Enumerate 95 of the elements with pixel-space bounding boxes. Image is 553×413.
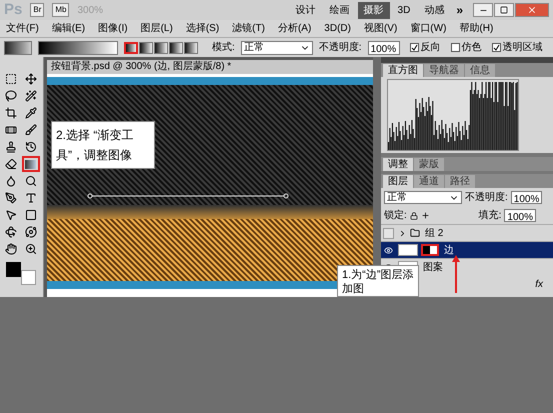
lock-icon[interactable] — [410, 212, 418, 220]
document-tab[interactable]: 按钮背景.psd @ 300% (边, 图层蒙版/8) * — [47, 60, 373, 74]
checkbox-label: 透明区域 — [502, 40, 543, 55]
workspace-tab[interactable]: 3D — [392, 2, 416, 18]
checkbox[interactable] — [450, 43, 460, 52]
stamp-icon — [5, 141, 17, 153]
square-icon — [24, 209, 36, 221]
panel-tab[interactable]: 导航器 — [424, 64, 464, 77]
pointer-arrow — [452, 255, 460, 293]
layer-name: 组 2 — [425, 226, 444, 240]
wand-icon — [24, 90, 36, 102]
layer-row[interactable]: 边 — [381, 241, 553, 258]
panel-tab[interactable]: 信息 — [465, 64, 495, 77]
magnifier-icon — [24, 175, 36, 187]
pointer-icon — [5, 209, 17, 221]
mini-bridge-button[interactable]: Mb — [52, 3, 70, 17]
visibility-toggle[interactable] — [382, 228, 394, 238]
fill-field[interactable]: 100% — [504, 209, 536, 222]
opacity-field[interactable]: 100% — [368, 40, 400, 54]
checkbox-label: 仿色 — [462, 41, 482, 55]
menu-item[interactable]: 视图(V) — [364, 21, 398, 36]
panel-tab[interactable]: 图层 — [383, 175, 413, 188]
gradient-type-button[interactable] — [169, 42, 183, 54]
menu-item[interactable]: 窗口(W) — [410, 21, 446, 36]
pen-icon — [5, 192, 17, 204]
layer-name: 边 — [444, 244, 454, 258]
menu-item[interactable]: 分析(A) — [278, 21, 312, 36]
marquee-icon — [5, 73, 17, 85]
menu-item[interactable]: 选择(S) — [186, 21, 220, 36]
panel-tab[interactable]: 直方图 — [383, 64, 423, 77]
gradient-type-button[interactable] — [124, 42, 138, 54]
layer-thumbnail — [398, 244, 418, 256]
menu-item[interactable]: 编辑(E) — [52, 21, 86, 36]
bridge-button[interactable]: Br — [30, 3, 44, 17]
layer-name: 图案 — [423, 260, 443, 274]
minimize-button[interactable] — [473, 3, 493, 17]
expand-icon[interactable] — [398, 228, 407, 238]
type-icon — [24, 192, 36, 204]
mode-dropdown[interactable]: 正常 — [240, 40, 313, 54]
workspace-tab[interactable]: 绘画 — [324, 2, 356, 18]
zoom-icon — [24, 243, 36, 255]
foreground-color-swatch[interactable] — [6, 262, 21, 277]
mask-thumbnail — [421, 244, 439, 256]
workspace-tab[interactable]: 摄影 — [358, 2, 390, 18]
fill-label: 填充: — [478, 208, 502, 223]
eyedropper-icon — [24, 107, 36, 119]
maximize-button[interactable] — [494, 3, 514, 17]
move-lock-icon[interactable] — [420, 211, 430, 220]
blend-mode-dropdown[interactable]: 正常 — [384, 191, 462, 204]
droplet-icon — [5, 175, 17, 187]
callout-box: 2.选择 “渐变工具”，调整图像 — [51, 121, 155, 169]
opacity-label: 不透明度: — [318, 40, 362, 55]
move-icon — [24, 73, 36, 85]
checkbox[interactable] — [492, 43, 501, 52]
menu-item[interactable]: 滤镜(T) — [232, 21, 265, 36]
checkbox-label: 反向 — [420, 41, 441, 55]
gradient-type-button[interactable] — [154, 42, 168, 54]
panel-tab[interactable]: 蒙版 — [414, 158, 444, 171]
gradient-type-button[interactable] — [184, 42, 198, 54]
workspace-tab[interactable]: 设计 — [290, 2, 322, 18]
orbit-icon — [24, 226, 36, 238]
lock-label: 锁定: — [384, 208, 407, 223]
fx-button[interactable]: fx — [535, 277, 543, 292]
rotate-icon — [5, 226, 17, 238]
crop-icon — [5, 107, 17, 119]
gradient-picker[interactable] — [38, 40, 118, 54]
gradient-type-button[interactable] — [139, 42, 153, 54]
panel-tab[interactable]: 路径 — [445, 175, 475, 188]
history-icon — [24, 141, 36, 153]
opacity-label: 不透明度: — [465, 190, 508, 205]
lasso-icon — [5, 90, 17, 102]
close-icon — [527, 5, 537, 15]
menu-item[interactable]: 3D(D) — [324, 21, 351, 36]
more-workspaces[interactable]: » — [452, 1, 467, 19]
mode-label: 模式: — [212, 40, 235, 55]
gradient-tool-button[interactable] — [22, 156, 40, 172]
bandage-icon — [5, 124, 17, 136]
menu-item[interactable]: 图像(I) — [98, 21, 128, 36]
callout-tooltip: 1.为“边”图层添 加图 — [337, 265, 418, 297]
panel-tab[interactable]: 通道 — [414, 175, 444, 188]
background-color-swatch[interactable] — [21, 270, 36, 285]
tool-preset-picker[interactable] — [4, 40, 32, 54]
checkbox[interactable] — [410, 43, 419, 52]
panel-tab[interactable]: 调整 — [383, 158, 413, 171]
menu-item[interactable]: 文件(F) — [6, 21, 39, 36]
menu-item[interactable]: 帮助(H) — [459, 21, 494, 36]
eye-icon[interactable] — [384, 246, 392, 254]
layer-opacity-field[interactable]: 100% — [510, 191, 542, 204]
folder-icon — [410, 228, 420, 238]
brush-icon — [24, 124, 36, 136]
workspace-tab[interactable]: 动感 — [418, 2, 450, 18]
menu-item[interactable]: 图层(L) — [140, 21, 173, 36]
hand-icon — [5, 243, 17, 255]
eraser-icon — [5, 158, 17, 170]
maximize-icon — [500, 6, 508, 14]
